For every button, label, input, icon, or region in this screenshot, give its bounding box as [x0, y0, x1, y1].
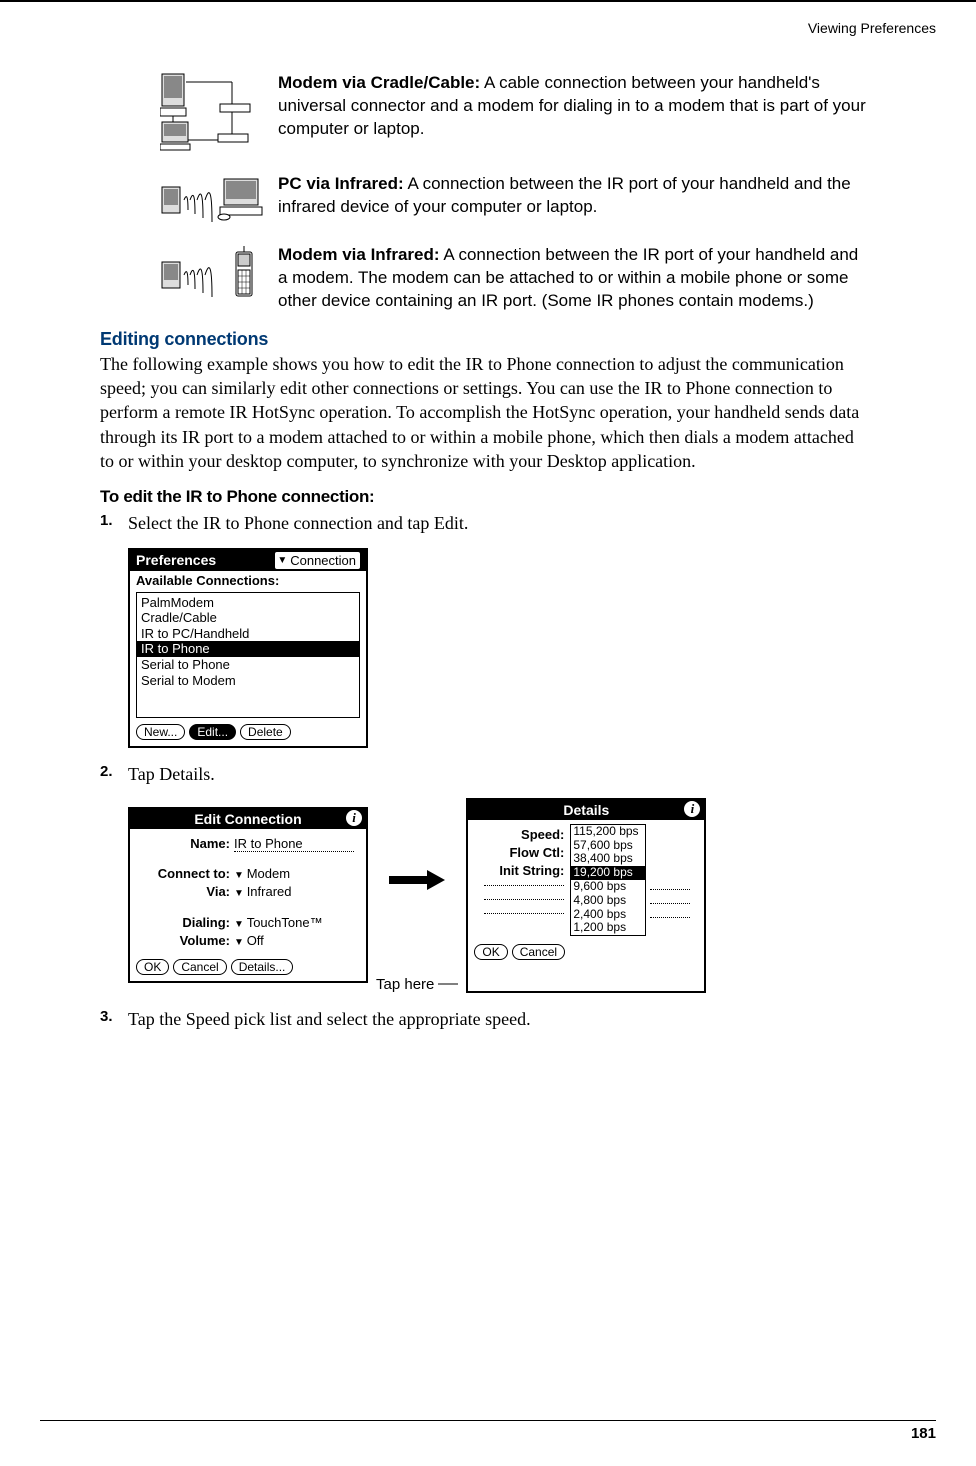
available-connections-label: Available Connections:: [130, 571, 366, 590]
connections-list[interactable]: PalmModem Cradle/Cable IR to PC/Handheld…: [136, 592, 360, 718]
definition-modem-cradle: Modem via Cradle/Cable: A cable connecti…: [160, 72, 866, 157]
page-number: 181: [911, 1425, 936, 1442]
def-title: Modem via Infrared:: [278, 245, 440, 264]
palm-form: Speed: Flow Ctl: Init String: 115,200 bp…: [468, 820, 704, 940]
via-label: Via:: [138, 884, 234, 899]
definition-text: Modem via Cradle/Cable: A cable connecti…: [278, 72, 866, 141]
connect-to-label: Connect to:: [138, 866, 234, 881]
step-number: 1.: [100, 511, 128, 535]
info-icon[interactable]: i: [684, 801, 700, 817]
palm-edit-connection-window: Edit Connection i Name: IR to Phone Conn…: [128, 807, 368, 983]
list-item[interactable]: IR to PC/Handheld: [137, 626, 359, 642]
speed-picklist[interactable]: 115,200 bps 57,600 bps 38,400 bps 19,200…: [570, 824, 646, 936]
palm-title: Details: [563, 802, 609, 818]
volume-picker[interactable]: Off: [234, 933, 264, 948]
modem-cradle-icon: [160, 72, 270, 157]
speed-option[interactable]: 2,400 bps: [571, 908, 645, 922]
palm-button-row: OK Cancel Details...: [130, 955, 366, 981]
tap-here-callout: Tap here: [376, 976, 434, 993]
palm-titlebar: Preferences Connection: [130, 550, 366, 571]
palm-button-row: OK Cancel: [468, 940, 704, 966]
arrow-icon: [387, 868, 447, 892]
palm-title: Edit Connection: [194, 811, 301, 827]
cancel-button[interactable]: Cancel: [173, 959, 226, 975]
preferences-screenshot: Preferences Connection Available Connect…: [128, 548, 866, 748]
step-number: 2.: [100, 762, 128, 786]
speed-option[interactable]: 9,600 bps: [571, 880, 645, 894]
step-2: 2. Tap Details.: [100, 762, 866, 786]
step-text: Select the IR to Phone connection and ta…: [128, 511, 866, 535]
speed-option[interactable]: 115,200 bps: [571, 825, 645, 839]
palm-form: Name: IR to Phone Connect to: Modem Via:…: [130, 829, 366, 955]
details-button[interactable]: Details...: [231, 959, 294, 975]
palm-titlebar: Details i: [468, 800, 704, 820]
step-number: 3.: [100, 1007, 128, 1031]
step-text: Tap the Speed pick list and select the a…: [128, 1007, 866, 1031]
step-1: 1. Select the IR to Phone connection and…: [100, 511, 866, 535]
init-string-label: Init String:: [476, 863, 568, 878]
list-item[interactable]: Cradle/Cable: [137, 610, 359, 626]
edit-details-screenshots: Edit Connection i Name: IR to Phone Conn…: [128, 798, 866, 993]
palm-title: Preferences: [136, 552, 216, 568]
modem-infrared-icon: [160, 244, 270, 309]
main-content: Modem via Cradle/Cable: A cable connecti…: [160, 72, 866, 1031]
name-field[interactable]: IR to Phone: [234, 836, 354, 852]
ok-button[interactable]: OK: [474, 944, 507, 960]
page-footer: 181: [40, 1420, 936, 1442]
new-button[interactable]: New...: [136, 724, 185, 740]
name-label: Name:: [138, 836, 234, 851]
def-title: Modem via Cradle/Cable:: [278, 73, 480, 92]
list-item[interactable]: Serial to Phone: [137, 657, 359, 673]
connection-menu[interactable]: Connection: [275, 552, 360, 569]
definition-text: PC via Infrared: A connection between th…: [278, 173, 866, 219]
definition-text: Modem via Infrared: A connection between…: [278, 244, 866, 313]
flow-ctl-label: Flow Ctl:: [476, 845, 568, 860]
dialing-label: Dialing:: [138, 915, 234, 930]
volume-label: Volume:: [138, 933, 234, 948]
speed-option[interactable]: 4,800 bps: [571, 894, 645, 908]
procedure-heading: To edit the IR to Phone connection:: [100, 487, 866, 507]
via-picker[interactable]: Infrared: [234, 884, 292, 899]
list-item[interactable]: PalmModem: [137, 595, 359, 611]
connect-to-picker[interactable]: Modem: [234, 866, 290, 881]
step-3: 3. Tap the Speed pick list and select th…: [100, 1007, 866, 1031]
speed-option[interactable]: 57,600 bps: [571, 839, 645, 853]
def-title: PC via Infrared:: [278, 174, 404, 193]
palm-preferences-window: Preferences Connection Available Connect…: [128, 548, 368, 748]
delete-button[interactable]: Delete: [240, 724, 291, 740]
palm-details-window: Details i Speed: Flow Ctl: Init String:: [466, 798, 706, 993]
editing-connections-body: The following example shows you how to e…: [100, 352, 866, 473]
info-icon[interactable]: i: [346, 810, 362, 826]
editing-connections-heading: Editing connections: [100, 329, 866, 350]
speed-option[interactable]: 19,200 bps: [571, 866, 645, 880]
definition-pc-infrared: PC via Infrared: A connection between th…: [160, 173, 866, 228]
palm-button-row: New... Edit... Delete: [130, 720, 366, 746]
edit-button[interactable]: Edit...: [189, 724, 236, 740]
step-text: Tap Details.: [128, 762, 866, 786]
running-header: Viewing Preferences: [808, 20, 936, 36]
speed-option[interactable]: 38,400 bps: [571, 852, 645, 866]
cancel-button[interactable]: Cancel: [512, 944, 565, 960]
list-item[interactable]: Serial to Modem: [137, 673, 359, 689]
dialing-picker[interactable]: TouchTone™: [234, 915, 323, 930]
pc-infrared-icon: [160, 173, 270, 228]
list-item[interactable]: IR to Phone: [137, 641, 359, 657]
speed-label: Speed:: [476, 827, 568, 842]
palm-titlebar: Edit Connection i: [130, 809, 366, 829]
definition-modem-infrared: Modem via Infrared: A connection between…: [160, 244, 866, 313]
page: Viewing Preferences: [0, 0, 976, 1466]
speed-option[interactable]: 1,200 bps: [571, 921, 645, 935]
ok-button[interactable]: OK: [136, 959, 169, 975]
